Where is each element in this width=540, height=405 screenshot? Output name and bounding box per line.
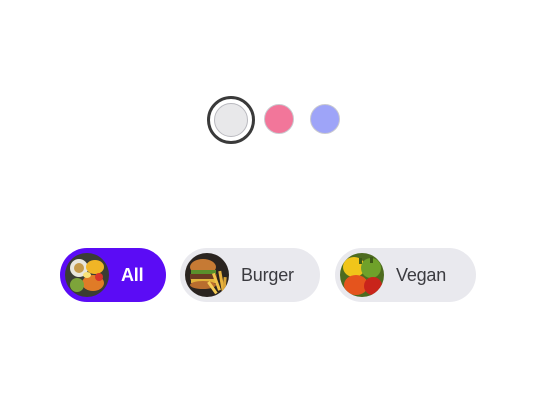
burger-fries-image (185, 253, 229, 297)
vegetables-image (340, 253, 384, 297)
swatch-lavender[interactable] (310, 104, 340, 134)
swatch-pink[interactable] (264, 104, 294, 134)
chip-vegan[interactable]: Vegan (335, 248, 476, 302)
chip-all[interactable]: All (60, 248, 166, 302)
chip-burger[interactable]: Burger (180, 248, 320, 302)
chip-burger-label: Burger (241, 264, 294, 285)
chip-vegan-label: Vegan (396, 264, 447, 285)
chip-all-label: All (121, 264, 144, 285)
color-swatch-picker (0, 0, 540, 405)
swatch-gray[interactable] (214, 103, 248, 137)
swatch-gray-selected-ring[interactable] (207, 96, 255, 144)
food-mix-image (65, 253, 109, 297)
